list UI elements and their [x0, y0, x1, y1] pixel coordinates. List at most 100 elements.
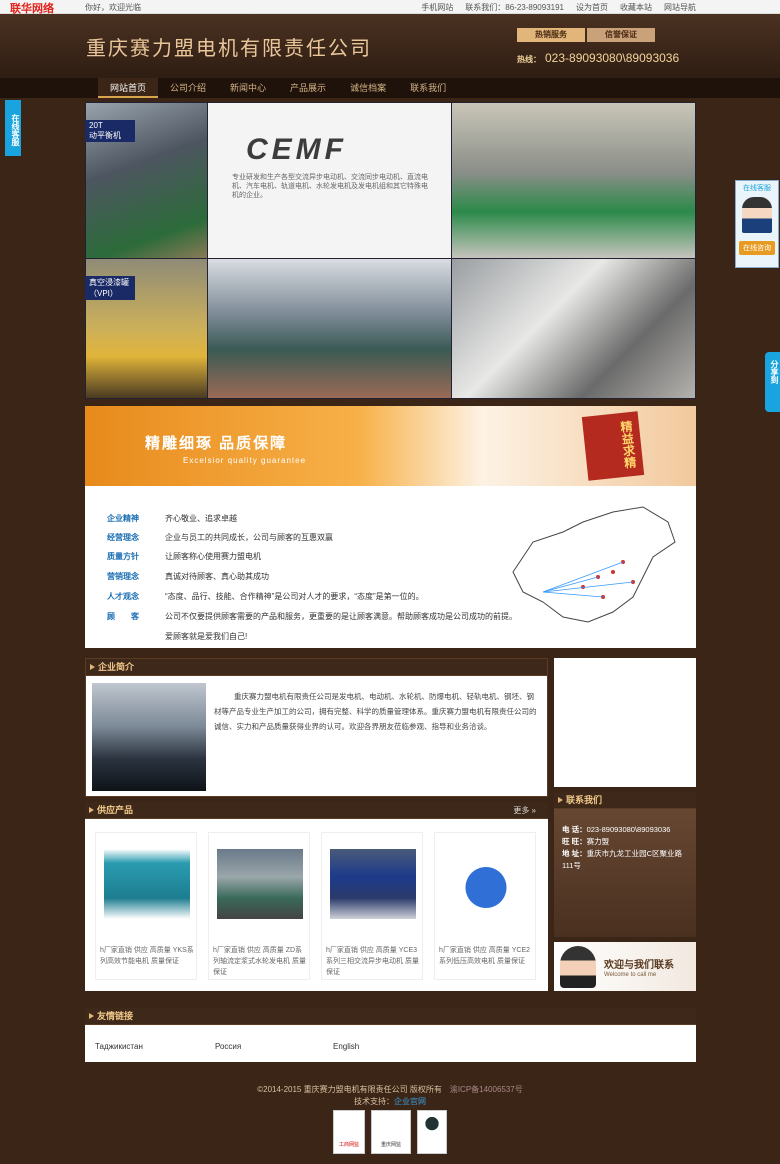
bookmark-link[interactable]: 收藏本站: [620, 2, 652, 13]
balancer-label: 20T 动平衡机: [85, 120, 135, 142]
friend-link[interactable]: Россия: [215, 1042, 241, 1051]
products-title: 供应产品 更多 »: [85, 802, 548, 819]
share-tab[interactable]: 分享到: [765, 352, 780, 412]
business-license-badge[interactable]: 工商网监: [333, 1110, 365, 1154]
header: 重庆赛力盟电机有限责任公司 热销服务 信誉保证 热线： 023-89093080\…: [0, 14, 780, 78]
cemf-description: 专业研发和生产各型交流异步电动机、交流同步电动机、直流电机、汽车电机、轨道电机、…: [232, 174, 428, 199]
balancer-label-line2: 动平衡机: [89, 131, 121, 140]
friend-link[interactable]: Таджикистан: [95, 1042, 143, 1051]
hotline-number: 023-89093080\89093036: [545, 51, 680, 65]
product-image: [217, 849, 303, 919]
qq-service-widget[interactable]: 在线客服 在线咨询: [735, 180, 779, 268]
slogan-subtitle: Excelsior quality guarantee: [183, 456, 307, 465]
factory-hall-photo: [207, 258, 452, 399]
contact-panel: 联系我们 电 话：023-89093080\89093036 旺 旺：赛力盟 地…: [554, 792, 696, 937]
workshop-photo-1: [451, 102, 696, 259]
nav-home[interactable]: 网站首页: [98, 78, 159, 98]
culture-value: 爱顾客就是爱我们自己!: [165, 632, 248, 641]
intro-panel: 企业简介 重庆赛力盟电机有限责任公司是发电机、电动机、水轮机、防爆电机、轻轨电机…: [85, 658, 548, 797]
trust-tag: 信誉保证: [587, 28, 655, 42]
links-panel: 友情链接 Таджикистан Россия English: [85, 1008, 696, 1062]
links-title: 友情链接: [85, 1008, 696, 1025]
police-officer-badge[interactable]: [417, 1110, 447, 1154]
nav-contact[interactable]: 联系我们: [398, 78, 458, 98]
set-homepage-link[interactable]: 设为首页: [576, 2, 608, 13]
product-card[interactable]: h厂家直销 供应 高质量 ZD系列轴流定浆式水轮发电机 质量保证: [208, 832, 310, 980]
nav-about[interactable]: 公司介绍: [158, 78, 218, 98]
copyright-line: ©2014-2015 重庆赛力盟电机有限责任公司 版权所有 渝ICP备14006…: [0, 1084, 780, 1095]
balancer-label-line1: 20T: [89, 121, 103, 130]
address-label: 地 址：: [562, 849, 587, 858]
support-label: 技术支持：: [354, 1097, 394, 1106]
nav-news[interactable]: 新闻中心: [218, 78, 278, 98]
culture-key: 顾 客: [107, 612, 139, 621]
products-more-link[interactable]: 更多 »: [513, 802, 536, 819]
welcome-subtitle: Welcome to call me: [604, 972, 657, 978]
contact-phone-link[interactable]: 联系我们：86-23-89093191: [465, 2, 564, 13]
sitemap-link[interactable]: 网站导航: [664, 2, 696, 13]
mobile-site-link[interactable]: 手机网站: [421, 2, 453, 13]
product-card[interactable]: h厂家直销 供应 高质量 YCE2系列低压高效电机 质量保证: [434, 832, 536, 980]
greeting: 你好，欢迎光临: [85, 3, 141, 12]
vpi-label-line1: 真空浸漆罐: [89, 278, 129, 287]
friend-link[interactable]: English: [333, 1042, 359, 1051]
phone-value: 023-89093080\89093036: [586, 825, 671, 834]
product-card[interactable]: h厂家直销 供应 高质量 YCE3系列三相交流异步电动机 质量保证: [321, 832, 423, 980]
product-name[interactable]: h厂家直销 供应 高质量 ZD系列轴流定浆式水轮发电机 质量保证: [213, 945, 309, 978]
top-links: 手机网站 联系我们：86-23-89093191 设为首页 收藏本站 网站导航: [421, 2, 696, 13]
blank-panel: [554, 658, 696, 787]
seal-stamp: 精益求精: [581, 411, 645, 481]
qq-title: 在线客服: [743, 185, 771, 192]
welcome-title: 欢迎与我们联系: [604, 960, 674, 971]
header-tags: 热销服务 信誉保证: [517, 28, 657, 42]
culture-key: 质量方针: [107, 552, 139, 561]
company-culture: 企业精神 齐心敬业、追求卓越 经营理念 企业与员工的共同成长，公司与顾客的互惠双赢 …: [85, 486, 696, 648]
hotline-label: 热线：: [517, 55, 541, 64]
product-card[interactable]: h厂家直销 供应 高质量 YKS系列高效节能电机 质量保证: [95, 832, 197, 980]
footer: ©2014-2015 重庆赛力盟电机有限责任公司 版权所有 渝ICP备14006…: [0, 1074, 780, 1164]
intro-title: 企业简介: [86, 659, 547, 676]
support-link[interactable]: 企业官网: [394, 1097, 426, 1106]
product-image: [443, 849, 529, 919]
hot-service-tag: 热销服务: [517, 28, 585, 42]
support-line: 技术支持：企业官网: [0, 1096, 780, 1107]
product-image: [330, 849, 416, 919]
products-panel: 供应产品 更多 » h厂家直销 供应 高质量 YKS系列高效节能电机 质量保证 h…: [85, 802, 548, 991]
hotline: 热线： 023-89093080\89093036: [517, 51, 679, 65]
cemf-panel: CEMF 专业研发和生产各型交流异步电动机、交流同步电动机、直流电机、汽车电机、…: [207, 102, 452, 259]
police-badge[interactable]: 重庆网监: [371, 1110, 411, 1154]
online-service-tab[interactable]: 在线客服: [5, 100, 21, 156]
agent-avatar-icon: [742, 197, 772, 233]
slogan-banner: 精雕细琢 品质保障 Excelsior quality guarantee 精益…: [85, 406, 696, 486]
top-bar: 联华网络 你好，欢迎光临 手机网站 联系我们：86-23-89093191 设为…: [0, 0, 780, 15]
hero-banner: CEMF 专业研发和生产各型交流异步电动机、交流同步电动机、直流电机、汽车电机、…: [85, 102, 696, 399]
culture-key: 企业精神: [107, 514, 139, 523]
product-name[interactable]: h厂家直销 供应 高质量 YKS系列高效节能电机 质量保证: [100, 945, 196, 967]
china-map-graphic: [512, 506, 676, 623]
wangwang-label: 旺 旺：: [562, 837, 587, 846]
product-name[interactable]: h厂家直销 供应 高质量 YCE3系列三相交流异步电动机 质量保证: [326, 945, 422, 978]
contact-title: 联系我们: [554, 792, 696, 809]
icp-link[interactable]: 渝ICP备14006537号: [450, 1085, 523, 1094]
copyright-text: ©2014-2015 重庆赛力盟电机有限责任公司 版权所有: [257, 1085, 442, 1094]
culture-key: 人才观念: [107, 592, 139, 601]
phone-label: 电 话：: [562, 825, 587, 834]
products-title-text: 供应产品: [97, 805, 134, 815]
company-logo[interactable]: 重庆赛力盟电机有限责任公司: [86, 32, 372, 61]
handshake-photo: [92, 683, 206, 791]
qq-consult-button[interactable]: 在线咨询: [739, 241, 775, 255]
welcome-banner: 欢迎与我们联系 Welcome to call me: [554, 942, 696, 991]
slogan-title: 精雕细琢 品质保障: [145, 435, 288, 452]
cemf-logo: CEMF: [246, 133, 347, 166]
nav-products[interactable]: 产品展示: [278, 78, 338, 98]
culture-key: 营销理念: [107, 572, 139, 581]
furnace-photo: [451, 258, 696, 399]
product-name[interactable]: h厂家直销 供应 高质量 YCE2系列低压高效电机 质量保证: [439, 945, 535, 967]
contact-info: 电 话：023-89093080\89093036 旺 旺：赛力盟 地 址：重庆…: [562, 824, 692, 872]
intro-text: 重庆赛力盟电机有限责任公司是发电机、电动机、水轮机、防爆电机、轻轨电机、钢坯、钢…: [214, 692, 537, 731]
nav-credit[interactable]: 诚信档案: [338, 78, 398, 98]
culture-key: [107, 631, 165, 642]
headset-agent-icon: [560, 946, 596, 988]
vpi-label: 真空浸漆罐 （VPI）: [85, 276, 135, 300]
wangwang-value: 赛力盟: [586, 837, 610, 846]
